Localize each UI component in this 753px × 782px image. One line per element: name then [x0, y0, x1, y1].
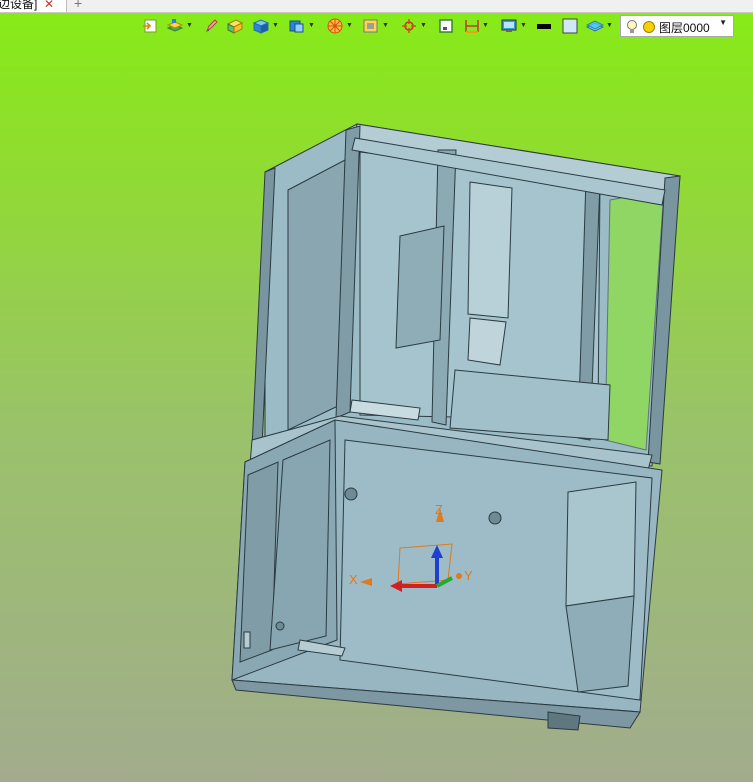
y-axis-label: Y	[464, 568, 473, 583]
upper-frame	[249, 123, 681, 471]
machine-model: Z X Y	[231, 123, 681, 731]
z-axis-label: Z	[435, 502, 443, 517]
x-axis-label: X	[349, 572, 358, 587]
lower-cabinet	[231, 419, 663, 731]
